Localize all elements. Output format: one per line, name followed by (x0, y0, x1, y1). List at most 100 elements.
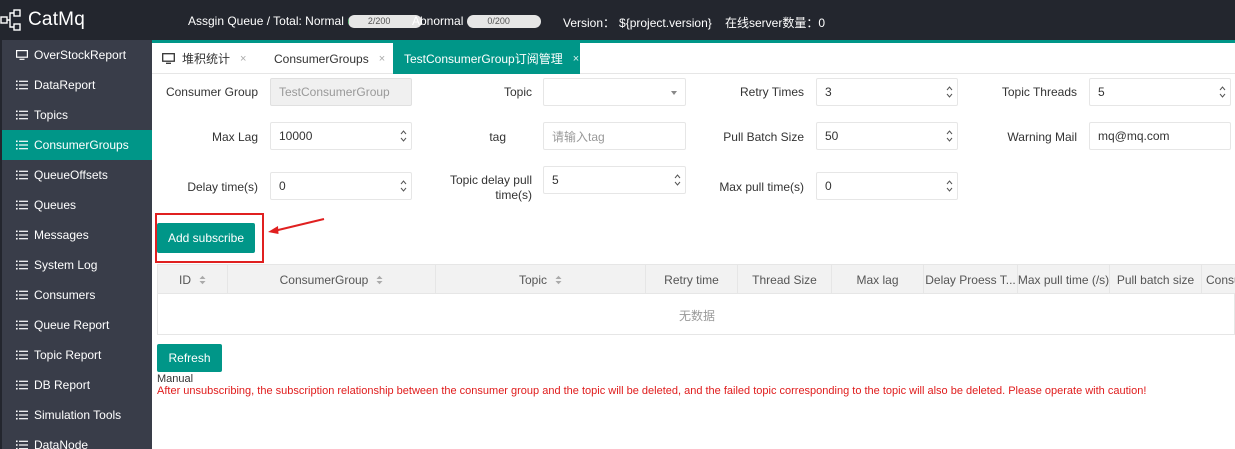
sort-icon[interactable] (376, 275, 383, 285)
table-column-header[interactable]: ID (158, 265, 228, 294)
table-column-header: Max lag (832, 265, 924, 294)
table-column-header: Thread Size (738, 265, 832, 294)
list-icon (16, 110, 28, 120)
sidebar-item-db-report[interactable]: DB Report (0, 370, 152, 400)
sort-icon[interactable] (199, 275, 206, 285)
pull-batch-size-label: Pull Batch Size (723, 130, 804, 144)
sidebar-item-datareport[interactable]: DataReport (0, 70, 152, 100)
sidebar-item-consumergroups[interactable]: ConsumerGroups (0, 130, 152, 160)
max-pull-time-label: Max pull time(s) (719, 180, 804, 194)
list-icon (16, 230, 28, 240)
version-label: Version： (563, 16, 616, 30)
consumer-group-input[interactable]: TestConsumerGroup (270, 78, 412, 106)
max-lag-stepper[interactable]: 10000 (270, 122, 412, 150)
topic-threads-stepper[interactable]: 5 (1089, 78, 1231, 106)
tag-input[interactable]: 请输入tag (543, 122, 686, 150)
assign-queue-status: Assgin Queue / Total: Normal 2/200 (188, 14, 422, 28)
sidebar-edge (0, 40, 2, 449)
table-header: ID ConsumerGroup Topic Retry time Thread Siz… (158, 265, 1235, 294)
column-label: Retry time (664, 272, 719, 287)
warning-mail-input[interactable]: mq@mq.com (1089, 122, 1231, 150)
list-icon (16, 170, 28, 180)
refresh-button[interactable]: Refresh (157, 344, 222, 372)
sidebar-item-label: OverStockReport (34, 48, 127, 62)
close-icon[interactable]: × (573, 53, 579, 65)
retry-times-stepper[interactable]: 3 (816, 78, 958, 106)
table-column-header: Delay Proess T... (924, 265, 1018, 294)
table-column-header[interactable]: Topic (436, 265, 646, 294)
sidebar-item-simulation-tools[interactable]: Simulation Tools (0, 400, 152, 430)
sidebar-item-overstockreport[interactable]: OverStockReport (0, 40, 152, 70)
spinner-arrows-icon[interactable] (674, 173, 681, 187)
column-label: ConsumerGroup (279, 272, 369, 287)
column-label: ID (179, 272, 191, 287)
sidebar-item-consumers[interactable]: Consumers (0, 280, 152, 310)
assign-queue-label: Assgin Queue / Total: Normal (188, 14, 344, 28)
tab-label: ConsumerGroups (274, 51, 369, 66)
list-icon (16, 80, 28, 90)
tab-bar: 堆积统计 × ConsumerGroups × TestConsumerGrou… (152, 43, 1235, 74)
delay-time-value: 0 (279, 179, 286, 193)
annotation-arrow-icon (268, 218, 325, 234)
sidebar-item-topic-report[interactable]: Topic Report (0, 340, 152, 370)
consumer-group-label: Consumer Group (165, 85, 258, 99)
close-icon[interactable]: × (240, 53, 246, 65)
tab-overstock[interactable]: 堆积统计 × (162, 43, 246, 74)
sidebar-item-label: Topic Report (34, 348, 102, 362)
top-header: CatMq Assgin Queue / Total: Normal 2/200… (0, 0, 1235, 40)
version-value: ${project.version} (619, 15, 712, 30)
sidebar-item-label: ConsumerGroups (34, 138, 129, 152)
table-column-header: Pull batch size (1110, 265, 1202, 294)
tab-subscription-management[interactable]: TestConsumerGroup订阅管理 × (393, 43, 580, 74)
add-subscribe-button[interactable]: Add subscribe (157, 223, 255, 253)
topic-threads-value: 5 (1098, 85, 1105, 99)
spinner-arrows-icon[interactable] (400, 129, 407, 143)
spinner-arrows-icon[interactable] (400, 179, 407, 193)
topic-delay-pull-stepper[interactable]: 5 (543, 166, 686, 194)
list-icon (16, 140, 28, 150)
list-icon (16, 440, 28, 449)
topic-delay-pull-label-line1: Topic delay pull (449, 173, 532, 187)
spinner-arrows-icon[interactable] (946, 179, 953, 193)
sidebar-item-label: DB Report (34, 378, 91, 392)
sidebar-item-label: Messages (34, 228, 89, 242)
list-icon (16, 320, 28, 330)
sidebar-item-topics[interactable]: Topics (0, 100, 152, 130)
pull-batch-size-stepper[interactable]: 50 (816, 122, 958, 150)
max-lag-value: 10000 (279, 129, 313, 143)
list-icon (16, 200, 28, 210)
max-pull-time-stepper[interactable]: 0 (816, 172, 958, 200)
sidebar-item-queueoffsets[interactable]: QueueOffsets (0, 160, 152, 190)
column-label: Consu (1206, 272, 1235, 287)
sort-icon[interactable] (555, 275, 562, 285)
monitor-icon (162, 53, 175, 64)
table-column-header: Retry time (646, 265, 738, 294)
delay-time-stepper[interactable]: 0 (270, 172, 412, 200)
version-info: Version： ${project.version} (563, 14, 712, 31)
topic-threads-label: Topic Threads (1001, 85, 1077, 99)
sidebar-item-queue-report[interactable]: Queue Report (0, 310, 152, 340)
tab-consumer-groups[interactable]: ConsumerGroups × (274, 43, 385, 74)
sidebar-item-system-log[interactable]: System Log (0, 250, 152, 280)
spinner-arrows-icon[interactable] (1219, 85, 1226, 99)
column-label: Delay Proess T... (925, 272, 1016, 287)
pull-batch-size-value: 50 (825, 129, 839, 143)
topic-select[interactable] (543, 78, 686, 106)
sidebar-item-messages[interactable]: Messages (0, 220, 152, 250)
manual-link[interactable]: Manual (157, 373, 193, 385)
app-logo[interactable]: CatMq (0, 8, 85, 32)
topic-label: Topic (503, 85, 532, 99)
sidebar-item-datanode[interactable]: DataNode (0, 430, 152, 449)
delay-time-label: Delay time(s) (187, 180, 258, 194)
spinner-arrows-icon[interactable] (946, 85, 953, 99)
table-column-header[interactable]: ConsumerGroup (228, 265, 436, 294)
normal-progress-bar: 2/200 (347, 14, 422, 28)
abnormal-status: Abnormal 0/200 (412, 14, 542, 28)
sidebar-item-label: Simulation Tools (34, 408, 122, 422)
close-icon[interactable]: × (379, 53, 385, 65)
list-icon (16, 290, 28, 300)
column-label: Thread Size (752, 272, 817, 287)
spinner-arrows-icon[interactable] (946, 129, 953, 143)
sidebar-item-queues[interactable]: Queues (0, 190, 152, 220)
server-count-label: 在线server数量： (725, 16, 819, 30)
